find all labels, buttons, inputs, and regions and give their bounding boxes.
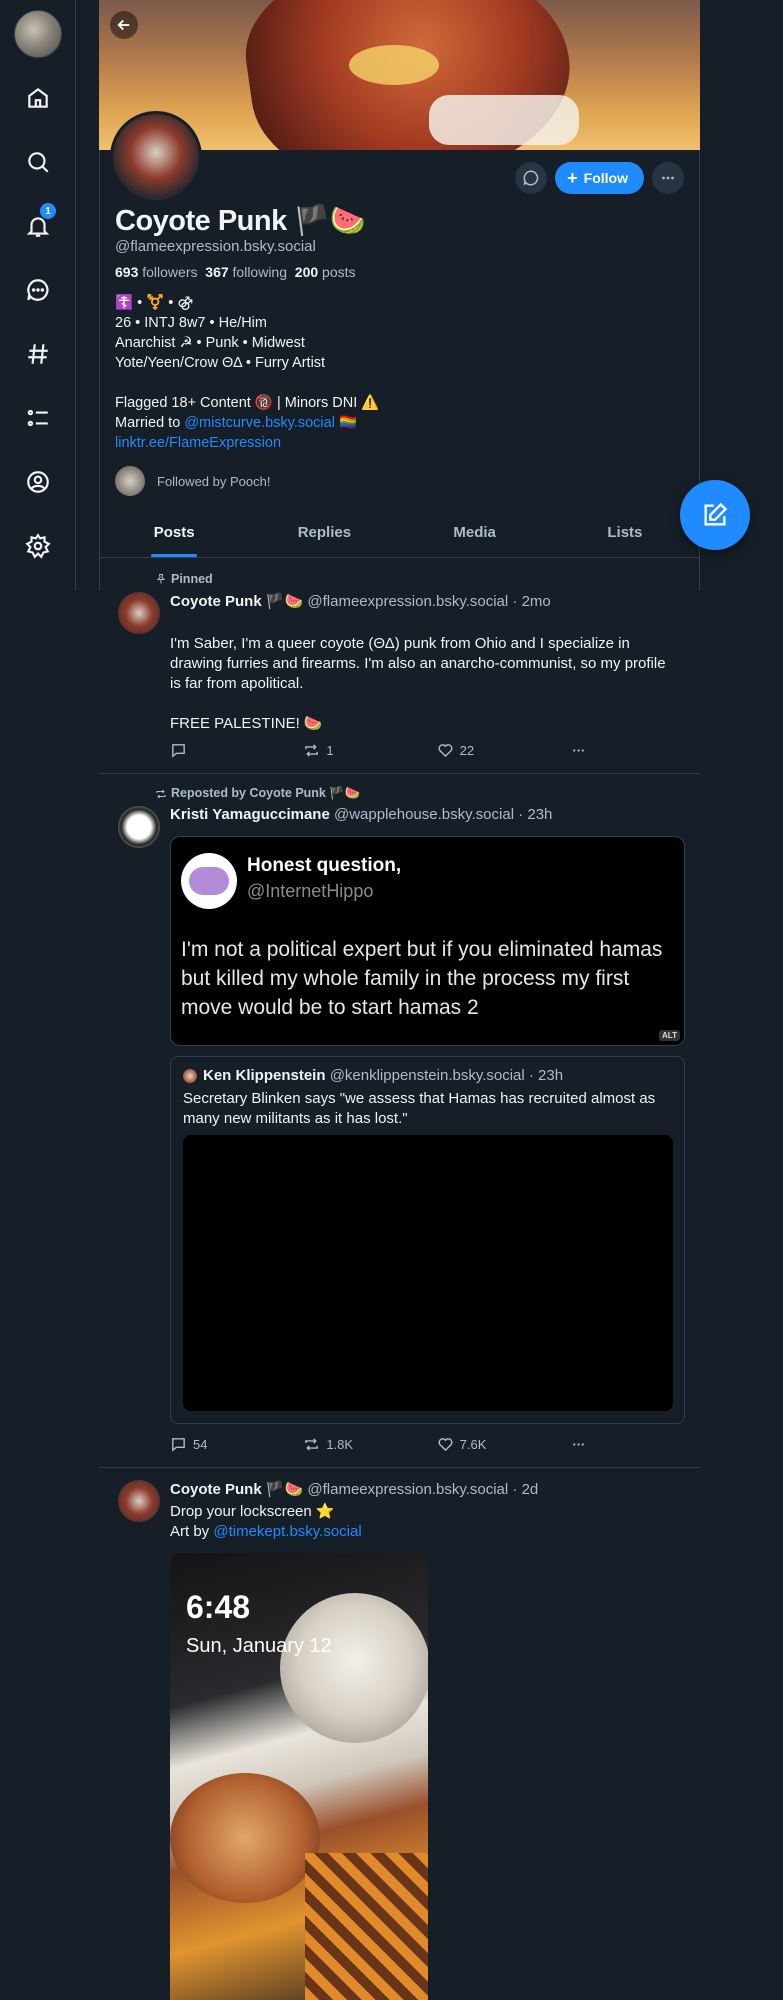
post-author-avatar[interactable]: [118, 1480, 160, 1522]
ellipsis-icon: [573, 749, 584, 752]
post-image[interactable]: Honest question, @InternetHippo I'm not …: [170, 836, 685, 1046]
chat-icon[interactable]: [18, 270, 58, 310]
reply-icon: [172, 744, 185, 758]
post-author-handle[interactable]: @wapplehouse.bsky.social · 23h: [334, 806, 552, 823]
home-icon[interactable]: [18, 78, 58, 118]
ellipsis-icon: [573, 1443, 584, 1446]
post-text: I'm Saber, I'm a queer coyote (ΘΔ) punk …: [170, 635, 666, 732]
lockscreen-art[interactable]: 6:48 Sun, January 12: [170, 1553, 428, 2000]
lists-icon[interactable]: [18, 398, 58, 438]
artist-link[interactable]: @timekept.bsky.social: [213, 1523, 361, 1540]
married-to-link[interactable]: @mistcurve.bsky.social: [184, 415, 335, 431]
chat-bubble-icon: [523, 170, 539, 186]
image-text: I'm not a political expert but if you el…: [181, 938, 663, 1019]
lock-date: Sun, January 12: [186, 1635, 332, 1657]
profile-handle: @flameexpression.bsky.social: [115, 238, 316, 255]
ellipsis-icon: [662, 176, 674, 180]
back-arrow-icon[interactable]: [110, 11, 138, 39]
reply-button[interactable]: 54: [170, 1436, 260, 1453]
post-header: Coyote Punk 🏴🍉 @flameexpression.bsky.soc…: [170, 592, 551, 610]
quote-author-avatar: [183, 1069, 197, 1083]
left-nav: 1: [0, 0, 76, 590]
post-author-handle[interactable]: @flameexpression.bsky.social · 2mo: [307, 593, 550, 610]
quote-author-handle: @kenklippenstein.bsky.social · 23h: [329, 1067, 564, 1084]
plus-icon: +: [567, 168, 578, 188]
like-button[interactable]: 22: [437, 742, 527, 759]
profile-stats: 693 followers 367 following 200 posts: [115, 264, 356, 280]
post-header: Coyote Punk 🏴🍉 @flameexpression.bsky.soc…: [170, 1480, 538, 1498]
tab-media[interactable]: Media: [400, 514, 550, 557]
heart-icon: [438, 1438, 453, 1452]
user-avatar[interactable]: [14, 10, 62, 58]
like-button[interactable]: 7.6K: [437, 1436, 527, 1453]
repost-icon: [305, 1438, 319, 1451]
followed-by[interactable]: Followed by Pooch!: [115, 466, 270, 496]
repost-icon: [156, 789, 166, 798]
repost-context: Reposted by Coyote Punk 🏴🍉: [155, 786, 360, 801]
post-pinned[interactable]: Pinned Coyote Punk 🏴🍉 @flameexpression.b…: [99, 560, 700, 774]
search-icon[interactable]: [18, 142, 58, 182]
followers-stat[interactable]: 693 followers: [115, 264, 198, 280]
follow-label: Follow: [583, 170, 628, 186]
hippo-avatar: [181, 853, 237, 909]
repost-button[interactable]: 1: [303, 742, 393, 759]
post-author-avatar[interactable]: [118, 806, 160, 848]
pin-icon: [156, 574, 166, 584]
linktree-link[interactable]: linktr.ee/FlameExpression: [115, 435, 281, 451]
art-shape: [305, 1853, 428, 2000]
art-shape: [170, 1773, 320, 1903]
post-text: Drop your lockscreen ⭐ Art by @timekept.b…: [170, 1503, 362, 1540]
image-handle: @InternetHippo: [247, 881, 374, 901]
profile-avatar[interactable]: [110, 111, 202, 203]
tab-posts[interactable]: Posts: [99, 514, 249, 557]
follower-avatar: [115, 466, 145, 496]
reply-icon: [172, 1438, 185, 1452]
follow-button[interactable]: + Follow: [555, 162, 644, 194]
compose-button[interactable]: [680, 480, 750, 550]
feeds-hash-icon[interactable]: [18, 334, 58, 374]
post-author-name[interactable]: Coyote Punk 🏴🍉: [170, 593, 303, 610]
notification-badge: 1: [40, 203, 56, 219]
profile-display-name: Coyote Punk 🏴🍉: [115, 205, 366, 237]
repost-button[interactable]: 1.8K: [303, 1436, 393, 1453]
profile-icon[interactable]: [18, 462, 58, 502]
profile-actions: + Follow: [515, 162, 684, 194]
post-actions: 54 1.8K 7.6K: [170, 1436, 600, 1453]
post-repost[interactable]: Reposted by Coyote Punk 🏴🍉 Kristi Yamagu…: [99, 774, 700, 1468]
reply-button[interactable]: [170, 742, 260, 759]
post-actions: 1 22: [170, 742, 600, 759]
quote-header: Ken Klippenstein @kenklippenstein.bsky.s…: [203, 1067, 563, 1084]
tab-lists[interactable]: Lists: [550, 514, 700, 557]
settings-gear-icon[interactable]: [18, 526, 58, 566]
post-author-avatar[interactable]: [118, 592, 160, 634]
lock-time: 6:48: [186, 1589, 251, 1625]
heart-icon: [438, 744, 453, 758]
quoted-post[interactable]: Ken Klippenstein @kenklippenstein.bsky.s…: [170, 1056, 685, 1424]
tab-replies[interactable]: Replies: [249, 514, 399, 557]
profile-bio: ☦️ • ⚧️ • ⚣ 26 • INTJ 8w7 • He/Him Anarchi…: [115, 295, 380, 451]
repost-icon: [305, 744, 319, 757]
post-author-name[interactable]: Kristi Yamaguccimane: [170, 806, 330, 823]
compose-pencil-icon: [704, 502, 728, 526]
posts-stat: 200 posts: [294, 264, 356, 280]
pinned-context: Pinned: [155, 572, 213, 586]
post-more-button[interactable]: [570, 742, 600, 759]
post-author-name[interactable]: Coyote Punk 🏴🍉: [170, 1481, 303, 1498]
followed-by-text: Followed by Pooch!: [157, 473, 271, 489]
alt-badge[interactable]: ALT: [659, 1030, 680, 1041]
quote-video-embed[interactable]: [183, 1135, 673, 1411]
post-more-button[interactable]: [570, 1436, 600, 1453]
notifications-icon[interactable]: 1: [18, 203, 58, 246]
more-options-button[interactable]: [652, 162, 684, 194]
following-stat[interactable]: 367 following: [205, 264, 287, 280]
quote-author-name: Ken Klippenstein: [203, 1067, 326, 1084]
post-author-handle[interactable]: @flameexpression.bsky.social · 2d: [307, 1481, 538, 1498]
quote-text: Secretary Blinken says "we assess that H…: [183, 1090, 656, 1127]
profile-tabs: Posts Replies Media Lists: [99, 514, 700, 558]
art-shape: [280, 1593, 428, 1743]
post-header: Kristi Yamaguccimane @wapplehouse.bsky.s…: [170, 806, 552, 823]
message-button[interactable]: [515, 162, 548, 194]
image-title: Honest question,: [247, 855, 402, 876]
